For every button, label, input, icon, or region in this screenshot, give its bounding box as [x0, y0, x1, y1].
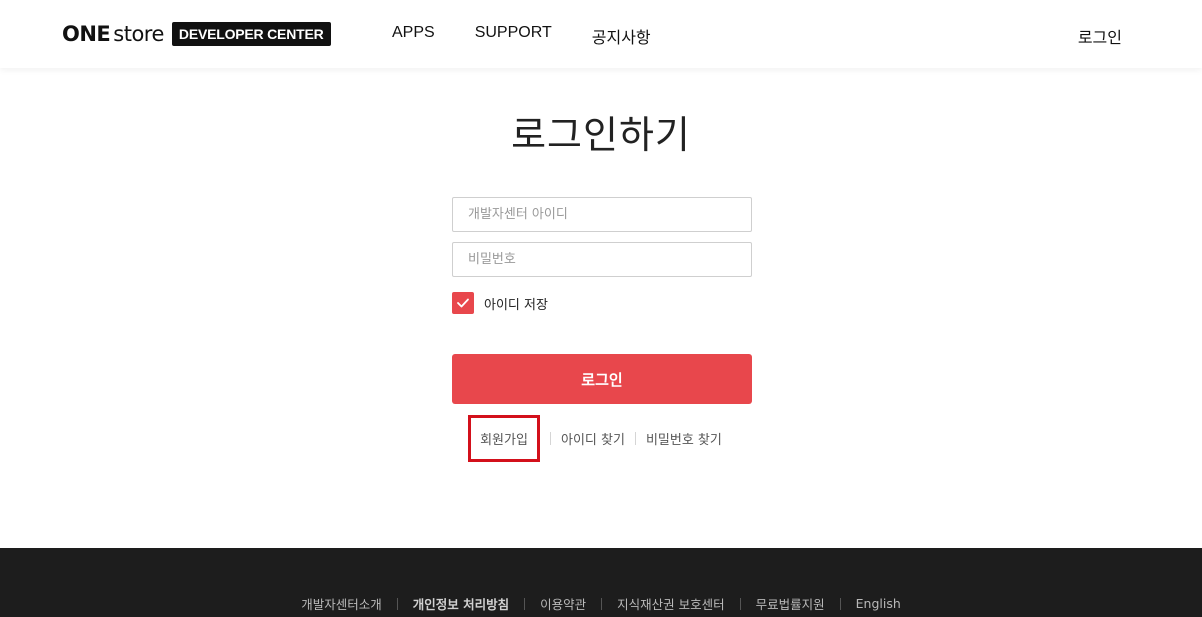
divider — [524, 597, 526, 610]
password-input[interactable] — [452, 242, 752, 277]
nav-apps[interactable]: APPS — [392, 24, 435, 48]
footer-link-terms[interactable]: 이용약관 — [540, 594, 586, 613]
check-icon[interactable] — [452, 292, 474, 314]
remember-id-label: 아이디 저장 — [484, 297, 548, 313]
divider — [839, 597, 841, 610]
divider — [634, 432, 636, 445]
logo-store-text: store — [113, 22, 164, 46]
remember-id-checkbox[interactable]: 아이디 저장 — [452, 292, 548, 314]
site-header: ONE store DEVELOPER CENTER APPS SUPPORT … — [0, 0, 1202, 68]
footer-link-about[interactable]: 개발자센터소개 — [301, 594, 382, 613]
find-password-link[interactable]: 비밀번호 찾기 — [646, 429, 722, 448]
login-button[interactable]: 로그인 — [452, 354, 752, 404]
header-login-link[interactable]: 로그인 — [1078, 24, 1122, 48]
onestore-logo[interactable]: ONE store DEVELOPER CENTER — [62, 20, 331, 48]
divider — [739, 597, 741, 610]
account-links: 회원가입 아이디 찾기 비밀번호 찾기 — [468, 415, 722, 462]
sign-up-label: 회원가입 — [480, 433, 528, 448]
footer-link-english[interactable]: English — [856, 596, 901, 611]
divider — [396, 597, 398, 610]
sign-up-link[interactable]: 회원가입 — [468, 415, 540, 462]
page-title: 로그인하기 — [511, 113, 691, 157]
developer-center-badge: DEVELOPER CENTER — [171, 22, 331, 46]
nav-notices[interactable]: 공지사항 — [592, 24, 651, 48]
find-id-link[interactable]: 아이디 찾기 — [561, 429, 625, 448]
footer-link-legal-aid[interactable]: 무료법률지원 — [756, 594, 825, 613]
nav-support[interactable]: SUPPORT — [475, 24, 552, 48]
developer-id-input[interactable] — [452, 197, 752, 232]
divider — [550, 432, 551, 445]
footer-link-ip-protection[interactable]: 지식재산권 보호센터 — [617, 594, 724, 613]
logo-one-text: ONE — [62, 22, 111, 46]
footer-links: 개발자센터소개 개인정보 처리방침 이용약관 지식재산권 보호센터 무료법률지원… — [0, 594, 1202, 613]
divider — [601, 597, 603, 610]
main-nav: APPS SUPPORT 공지사항 — [392, 24, 691, 48]
footer-link-privacy[interactable]: 개인정보 처리방침 — [413, 594, 509, 613]
site-footer: 개발자센터소개 개인정보 처리방침 이용약관 지식재산권 보호센터 무료법률지원… — [0, 548, 1202, 617]
